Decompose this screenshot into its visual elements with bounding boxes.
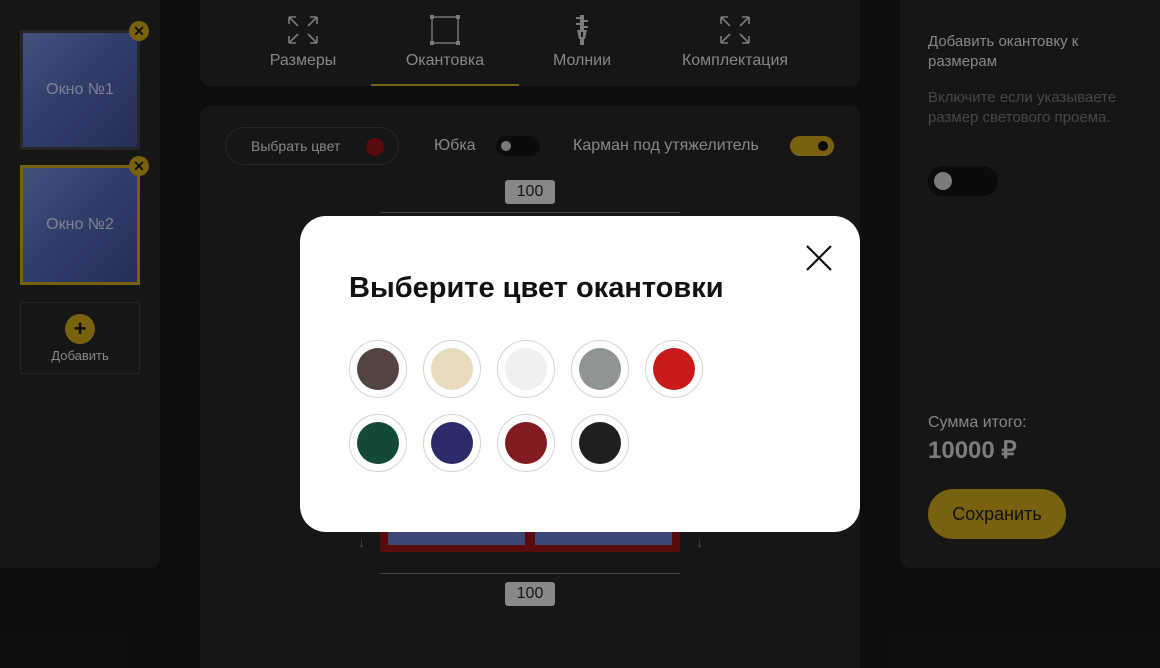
swatch-fill	[505, 348, 547, 390]
color-swatch-red[interactable]	[645, 340, 703, 398]
color-swatch-brown[interactable]	[349, 340, 407, 398]
color-swatch-black[interactable]	[571, 414, 629, 472]
color-swatch-gray[interactable]	[571, 340, 629, 398]
swatch-fill	[579, 348, 621, 390]
swatch-fill	[431, 348, 473, 390]
color-picker-modal: Выберите цвет окантовки	[300, 216, 860, 532]
app-root: Окно №1 ✕ Окно №2 ✕ + Добавить Размеры О…	[0, 0, 1160, 668]
swatch-fill	[357, 348, 399, 390]
swatch-fill	[653, 348, 695, 390]
close-icon[interactable]	[803, 242, 835, 274]
swatch-fill	[579, 422, 621, 464]
color-swatch-white[interactable]	[497, 340, 555, 398]
swatch-fill	[357, 422, 399, 464]
color-swatch-navy[interactable]	[423, 414, 481, 472]
color-swatch-green[interactable]	[349, 414, 407, 472]
color-swatch-beige[interactable]	[423, 340, 481, 398]
modal-title: Выберите цвет окантовки	[349, 272, 724, 304]
color-swatch-burgundy[interactable]	[497, 414, 555, 472]
swatch-fill	[431, 422, 473, 464]
swatch-fill	[505, 422, 547, 464]
